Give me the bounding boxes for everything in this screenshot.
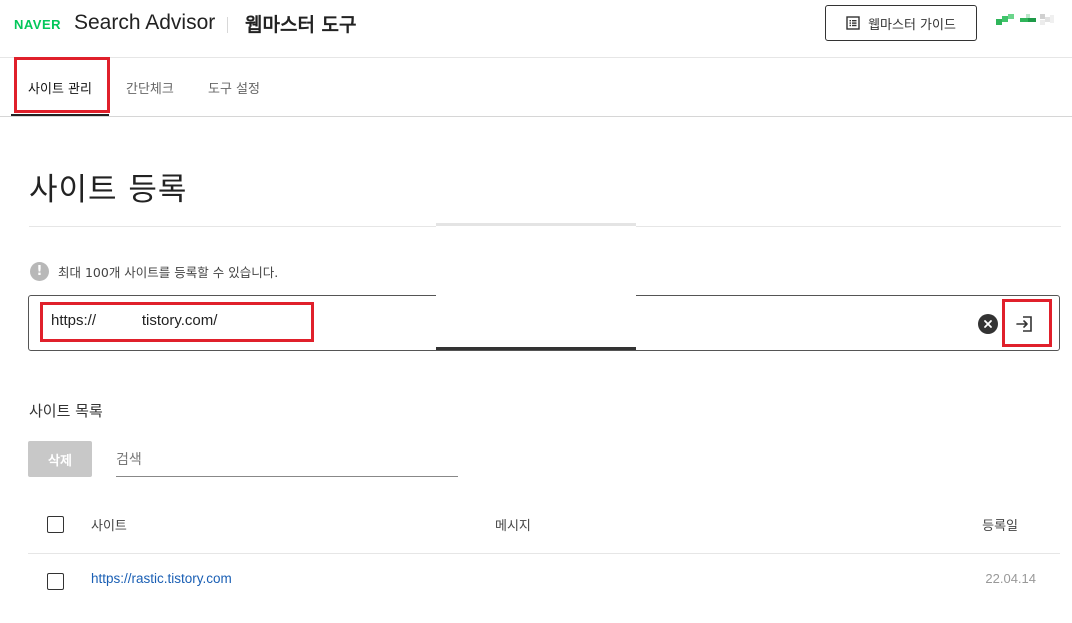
pixelated-avatar-icon[interactable] (996, 14, 1056, 26)
column-header-site: 사이트 (91, 519, 127, 534)
login-arrow-icon[interactable] (1011, 311, 1037, 337)
header-divider (227, 17, 228, 33)
table-row: https://rastic.tistory.com 22.04.14 (28, 555, 1060, 605)
search-input[interactable] (116, 443, 458, 477)
page-title: 사이트 등록 (29, 172, 188, 208)
tab-quick-check[interactable]: 간단체크 (126, 59, 174, 116)
tab-label: 도구 설정 (208, 82, 260, 97)
guide-button-label: 웹마스터 가이드 (868, 17, 956, 33)
webmaster-guide-button[interactable]: 웹마스터 가이드 (825, 5, 977, 41)
tab-site-management[interactable]: 사이트 관리 (11, 59, 109, 116)
registration-date: 22.04.14 (985, 571, 1036, 586)
document-list-icon (846, 16, 860, 30)
tab-label: 사이트 관리 (28, 82, 92, 97)
delete-button[interactable]: 삭제 (28, 441, 92, 477)
info-notice: ! 최대 100개 사이트를 등록할 수 있습니다. (30, 262, 278, 281)
overlay-bottom-edge (436, 347, 636, 350)
column-header-date: 등록일 (982, 519, 1018, 534)
column-header-message: 메시지 (495, 519, 531, 534)
info-text: 최대 100개 사이트를 등록할 수 있습니다. (58, 265, 279, 280)
table-header: 사이트 메시지 등록일 (28, 499, 1060, 554)
tab-label: 간단체크 (126, 82, 174, 97)
clear-x-icon[interactable] (978, 314, 998, 334)
main-tabs: 사이트 관리 간단체크 도구 설정 (0, 59, 1072, 117)
app-title[interactable]: Search Advisor (74, 11, 215, 35)
site-list-title: 사이트 목록 (29, 402, 103, 420)
tab-tool-settings[interactable]: 도구 설정 (208, 59, 260, 116)
select-all-checkbox[interactable] (47, 516, 64, 533)
app-header: NAVER Search Advisor 웹마스터 도구 웹마스터 가이드 (0, 0, 1072, 58)
site-url-input[interactable] (51, 312, 751, 329)
info-circle-icon: ! (30, 262, 49, 281)
app-subtitle: 웹마스터 도구 (245, 14, 357, 36)
naver-logo[interactable]: NAVER (14, 17, 61, 32)
row-checkbox[interactable] (47, 573, 64, 590)
site-link[interactable]: https://rastic.tistory.com (91, 571, 232, 586)
overlay-block (436, 226, 636, 347)
